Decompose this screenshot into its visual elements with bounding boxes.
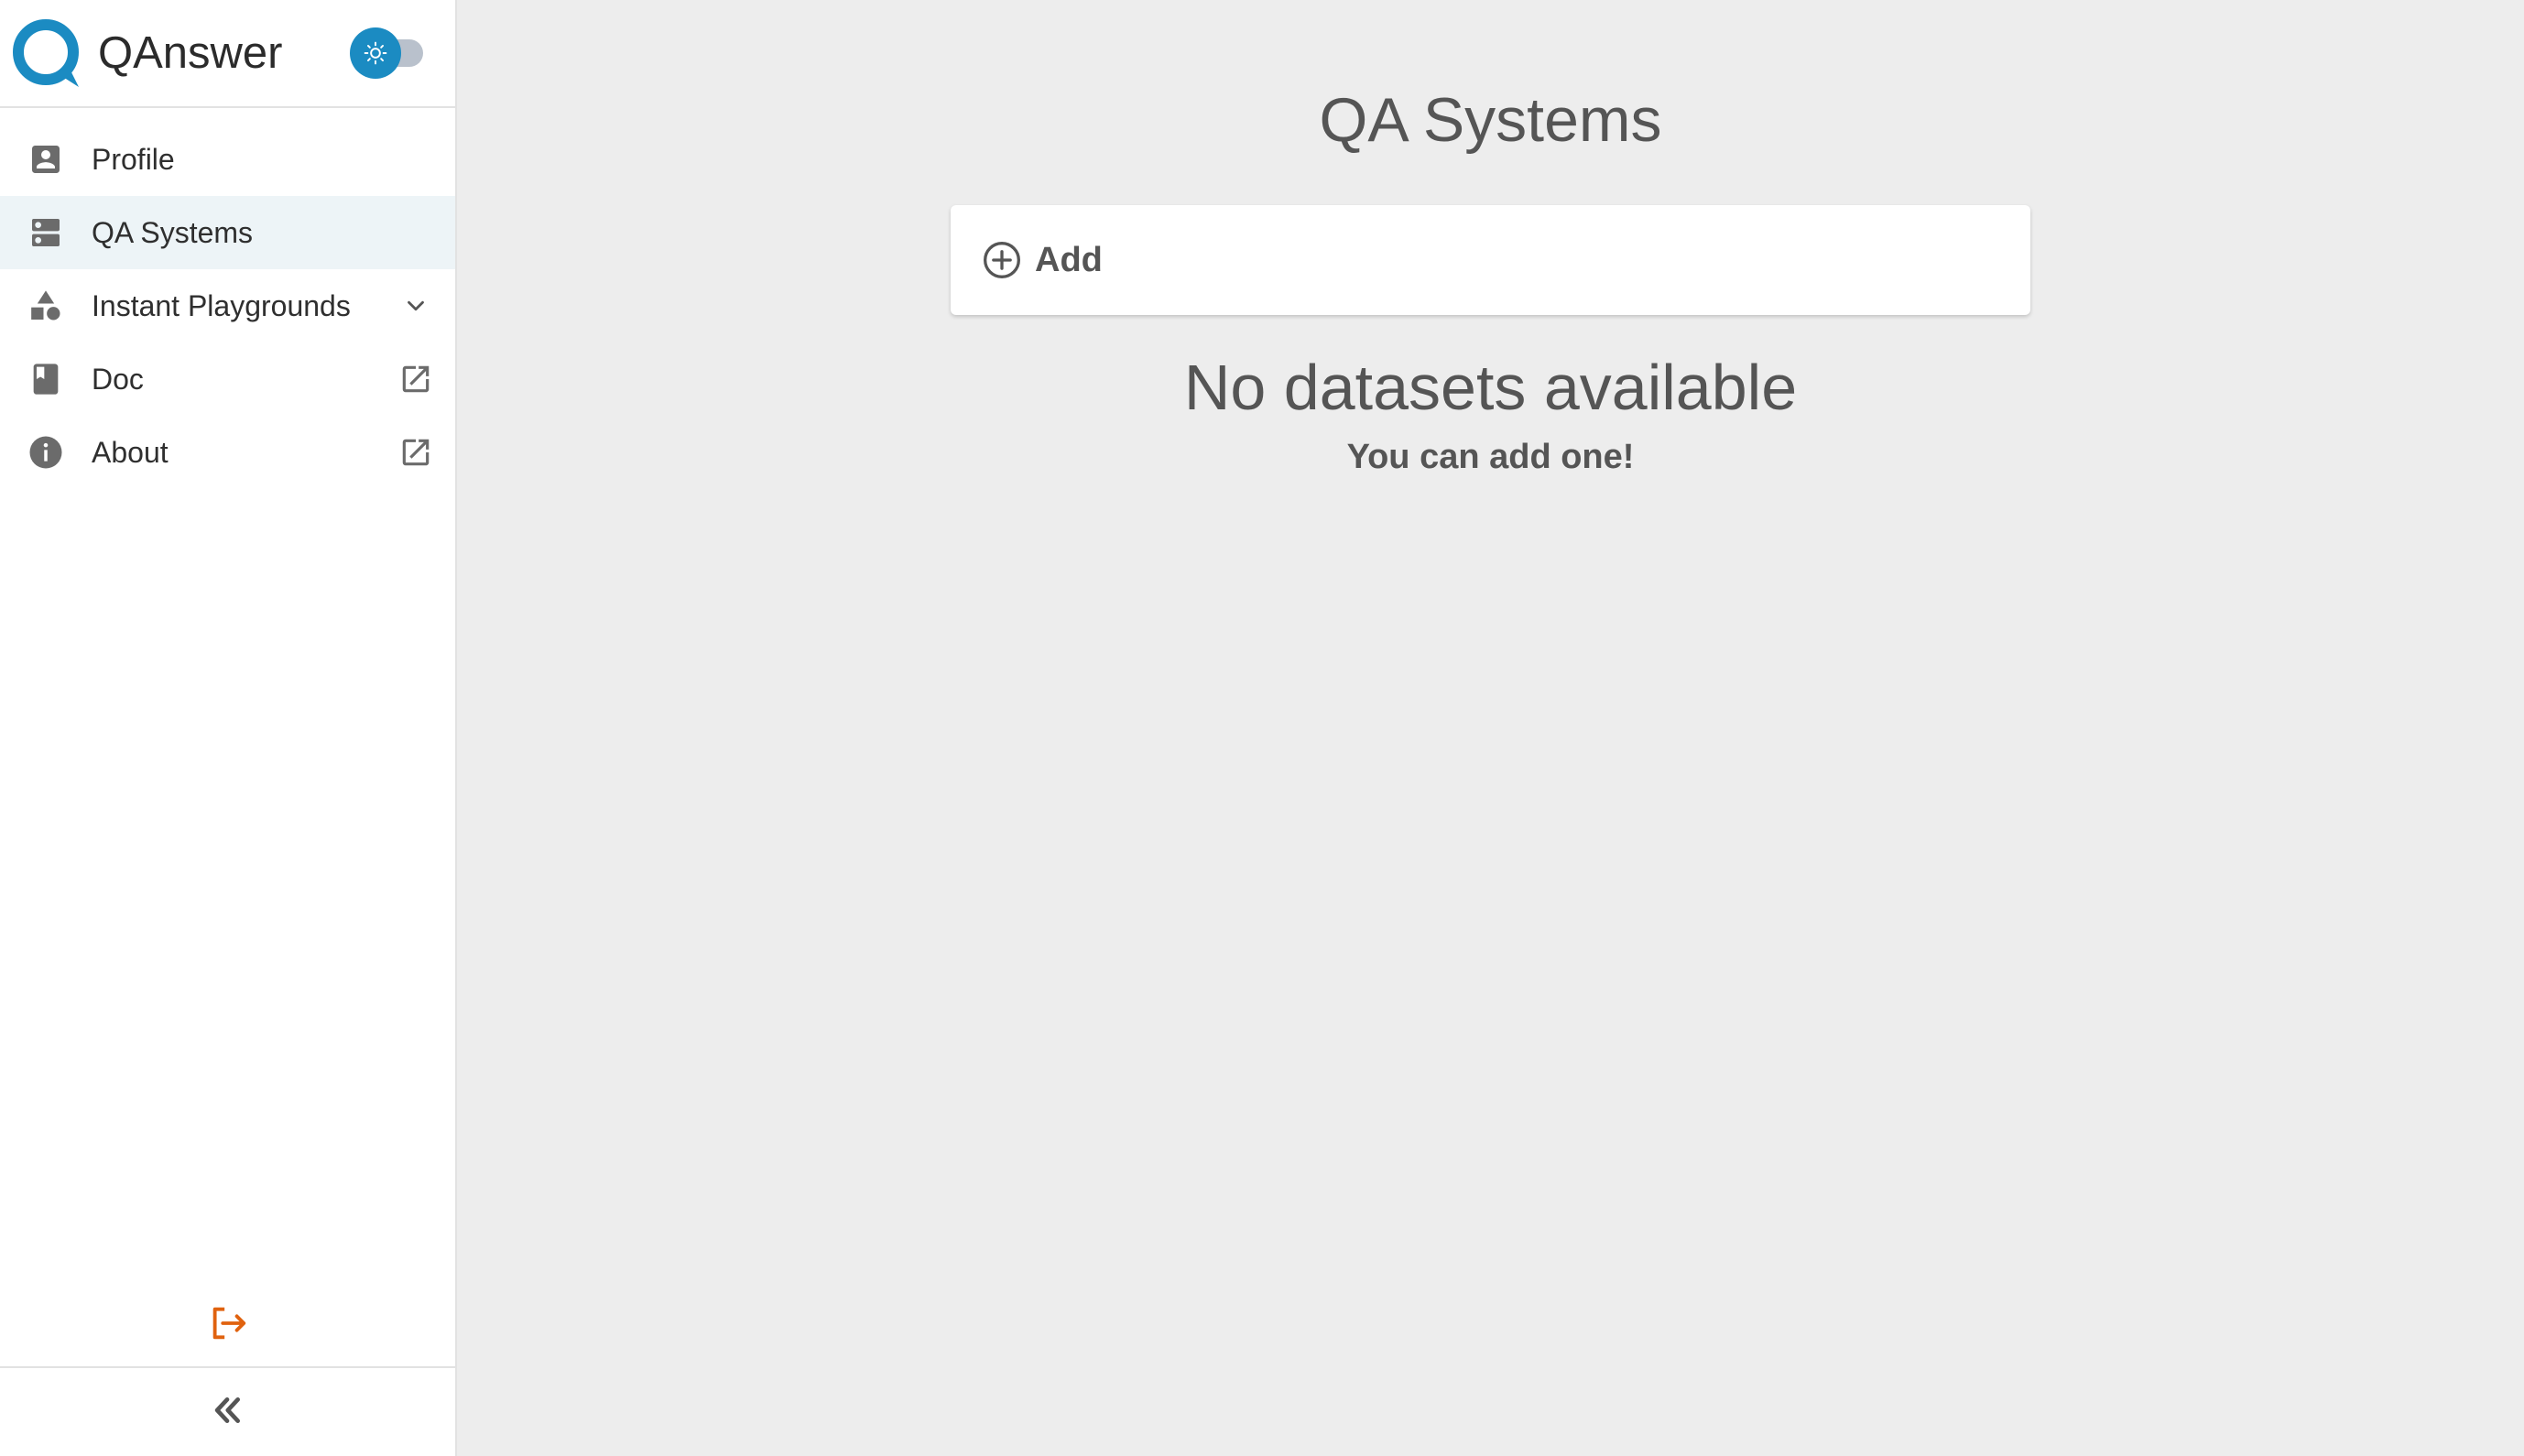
page-title: QA Systems (1319, 85, 1662, 155)
double-chevron-left-icon (214, 1397, 240, 1423)
shapes-icon (26, 286, 66, 326)
info-icon (26, 432, 66, 473)
sun-icon (364, 41, 387, 65)
sidebar-item-label: QA Systems (92, 216, 254, 249)
sidebar-item-qa-systems[interactable]: QA Systems (0, 196, 455, 269)
book-icon (26, 359, 66, 399)
sidebar-item-label: Doc (92, 363, 144, 396)
sidebar-item-about[interactable]: About (0, 416, 455, 489)
sidebar-item-label: About (92, 436, 169, 469)
toggle-knob (350, 27, 401, 79)
sidebar-footer (0, 1366, 455, 1456)
brand-header: QAnswer (0, 0, 455, 108)
collapse-sidebar-button[interactable] (203, 1386, 251, 1434)
logout-button[interactable] (205, 1300, 251, 1346)
dns-icon (26, 212, 66, 253)
sidebar-item-instant-playgrounds[interactable]: Instant Playgrounds (0, 269, 455, 342)
empty-state-subtitle: You can add one! (1346, 438, 1635, 476)
main-content: QA Systems Add No datasets available You… (457, 0, 2524, 1456)
account-box-icon (26, 139, 66, 179)
sidebar-item-doc[interactable]: Doc (0, 342, 455, 416)
logout-icon (212, 1307, 246, 1340)
add-label: Add (1035, 241, 1103, 279)
open-in-new-icon[interactable] (397, 360, 435, 398)
qanswer-logo-icon (13, 19, 79, 87)
sidebar-item-label: Profile (92, 143, 175, 176)
open-in-new-icon[interactable] (397, 433, 435, 472)
sidebar-item-label: Instant Playgrounds (92, 289, 351, 322)
chevron-down-icon[interactable] (397, 287, 435, 325)
theme-toggle[interactable] (348, 27, 427, 80)
add-circle-icon (984, 242, 1020, 278)
app-name: QAnswer (98, 28, 283, 78)
sidebar-nav: Profile QA Systems Instant Playgrounds D… (0, 123, 455, 489)
add-qa-system-button[interactable]: Add (951, 205, 2030, 315)
empty-state-title: No datasets available (1183, 352, 1798, 423)
sidebar-item-profile[interactable]: Profile (0, 123, 455, 196)
sidebar: QAnswer Profile QA Systems Instant Playg… (0, 0, 457, 1456)
